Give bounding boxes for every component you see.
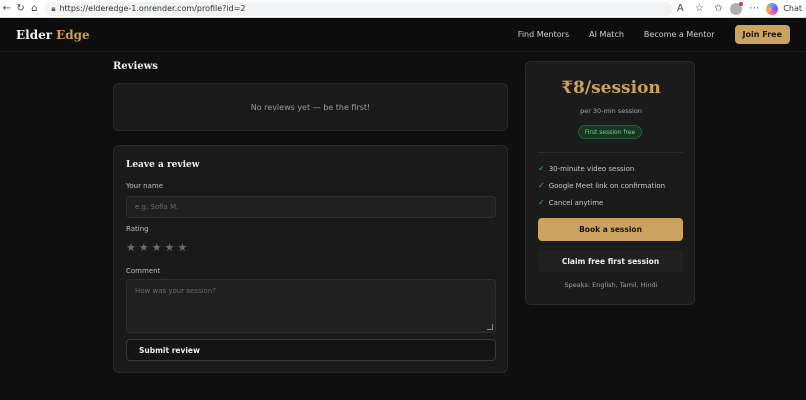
submit-review-button[interactable]: Submit review [126, 339, 496, 361]
site-logo[interactable]: Elder Edge [16, 28, 90, 42]
favorites-icon[interactable]: ✩ [711, 2, 725, 16]
nav-link-find-mentors[interactable]: Find Mentors [518, 30, 569, 39]
logo-main-text: Elder [16, 27, 53, 42]
nav-link-become-mentor[interactable]: Become a Mentor [644, 30, 715, 39]
check-icon: ✓ [538, 198, 545, 207]
name-label: Your name [126, 182, 164, 190]
more-options-icon[interactable]: ⋯ [747, 2, 761, 16]
comment-textarea[interactable]: How was your session? [126, 279, 496, 333]
comment-placeholder: How was your session? [135, 287, 216, 295]
address-bar[interactable]: 🔒︎ https://elderedge-1.onrender.com/prof… [45, 1, 674, 16]
star-2-icon[interactable]: ★ [139, 241, 149, 254]
back-arrow-icon[interactable]: ← [0, 2, 14, 16]
chat-label[interactable]: Chat [783, 4, 802, 13]
nav-links: Find Mentors AI Match Become a Mentor Jo… [518, 25, 790, 44]
check-icon: ✓ [538, 164, 545, 173]
resize-handle-icon[interactable] [487, 324, 493, 330]
lock-icon: 🔒︎ [51, 3, 56, 13]
home-icon[interactable]: ⌂ [27, 2, 41, 16]
feature-text: Google Meet link on confirmation [548, 181, 666, 190]
profile-avatar[interactable] [730, 1, 744, 15]
star-4-icon[interactable]: ★ [165, 241, 175, 254]
browser-toolbar: ← ↻ ⌂ 🔒︎ https://elderedge-1.onrender.co… [0, 0, 806, 18]
reviews-heading: Reviews [113, 61, 158, 72]
pricing-card: ₹8/session per 30-min session First sess… [525, 61, 695, 305]
star-5-icon[interactable]: ★ [178, 241, 188, 254]
star-1-icon[interactable]: ★ [126, 241, 136, 254]
name-input[interactable]: e.g. Sofia M. [126, 196, 496, 218]
feature-item: ✓ 30-minute video session [538, 164, 634, 173]
claim-free-session-button[interactable]: Claim free first session [538, 250, 683, 272]
session-duration: per 30-min session [580, 107, 642, 115]
rating-stars: ★ ★ ★ ★ ★ [126, 241, 187, 254]
divider [538, 152, 683, 153]
rating-label: Rating [126, 225, 149, 233]
review-form-title: Leave a review [126, 160, 200, 170]
favorite-star-icon[interactable]: ☆ [692, 2, 706, 16]
book-session-button[interactable]: Book a session [538, 218, 683, 241]
star-3-icon[interactable]: ★ [152, 241, 162, 254]
no-reviews-card: No reviews yet — be the first! [113, 83, 508, 131]
refresh-icon[interactable]: ↻ [14, 2, 28, 16]
comment-label: Comment [126, 267, 161, 275]
feature-item: ✓ Google Meet link on confirmation [538, 181, 665, 190]
logo-accent-text: Edge [56, 27, 90, 42]
feature-text: 30-minute video session [548, 164, 635, 173]
url-text: https://elderedge-1.onrender.com/profile… [59, 4, 246, 13]
join-free-button[interactable]: Join Free [734, 25, 790, 44]
feature-text: Cancel anytime [548, 198, 604, 207]
site-navbar: Elder Edge Find Mentors AI Match Become a… [0, 18, 806, 52]
read-aloud-icon[interactable]: A [673, 2, 687, 16]
copilot-icon[interactable] [766, 2, 779, 15]
check-icon: ✓ [538, 181, 545, 190]
no-reviews-text: No reviews yet — be the first! [250, 102, 371, 112]
free-session-badge: First session free [578, 125, 642, 139]
review-form-card: Leave a review Your name e.g. Sofia M. R… [113, 145, 508, 373]
nav-link-ai-match[interactable]: AI Match [589, 30, 624, 39]
feature-item: ✓ Cancel anytime [538, 198, 603, 207]
languages-text: Speaks: English, Tamil, Hindi [564, 281, 658, 289]
session-price: ₹8/session [561, 78, 661, 98]
